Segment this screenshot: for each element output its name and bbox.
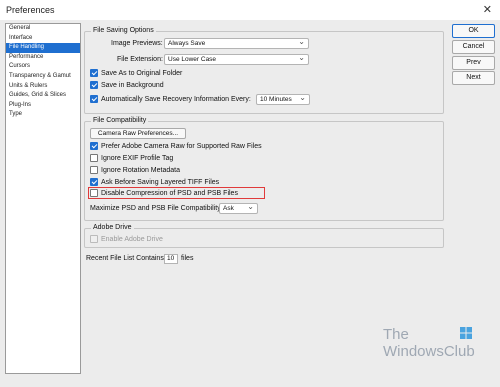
ignore-rotation-checkbox[interactable] [90, 166, 98, 174]
window-title: Preferences [6, 5, 55, 15]
sidebar-item-file-handling[interactable]: File Handling [6, 43, 80, 53]
recent-files-input[interactable]: 10 [164, 254, 178, 264]
ignore-exif-label: Ignore EXIF Profile Tag [101, 155, 174, 162]
file-extension-select[interactable]: Use Lower Case [164, 53, 309, 65]
enable-adobe-drive-checkbox[interactable] [90, 235, 98, 243]
save-as-original-label: Save As to Original Folder [101, 70, 183, 77]
ignore-exif-checkbox[interactable] [90, 154, 98, 162]
sidebar-item-type[interactable]: Type [6, 110, 80, 120]
file-compat-legend: File Compatibility [91, 117, 149, 124]
image-previews-select[interactable]: Always Save [164, 37, 309, 49]
save-background-checkbox[interactable] [90, 81, 98, 89]
close-icon[interactable]: ✕ [483, 3, 492, 16]
sidebar-item-transparency[interactable]: Transparency & Gamut [6, 72, 80, 82]
maximize-compat-label: Maximize PSD and PSB File Compatibility: [90, 205, 223, 212]
watermark-line1: The [383, 326, 409, 343]
save-background-label: Save in Background [101, 82, 164, 89]
watermark-line2: WindowsClub [383, 343, 475, 360]
ask-tiff-checkbox[interactable] [90, 178, 98, 186]
title-bar: Preferences ✕ [0, 0, 500, 20]
prev-button[interactable]: Prev [452, 56, 495, 70]
auto-recovery-checkbox[interactable] [90, 95, 98, 103]
sidebar-item-plugins[interactable]: Plug-Ins [6, 101, 80, 111]
adobe-drive-legend: Adobe Drive [91, 224, 134, 231]
file-extension-label: File Extension: [117, 56, 163, 63]
auto-recovery-label: Automatically Save Recovery Information … [101, 96, 251, 103]
sidebar-item-guides[interactable]: Guides, Grid & Slices [6, 91, 80, 101]
ask-tiff-label: Ask Before Saving Layered TIFF Files [101, 179, 220, 186]
disable-compression-checkbox[interactable] [90, 189, 98, 197]
file-saving-legend: File Saving Options [91, 27, 156, 34]
sidebar-item-units[interactable]: Units & Rulers [6, 82, 80, 92]
recent-files-label: Recent File List Contains: [86, 255, 166, 262]
enable-adobe-drive-label: Enable Adobe Drive [101, 236, 163, 243]
maximize-compat-select[interactable]: Ask [219, 202, 258, 214]
disable-compression-label: Disable Compression of PSD and PSB Files [101, 190, 238, 197]
auto-recovery-select[interactable]: 10 Minutes [256, 93, 310, 105]
sidebar-item-interface[interactable]: Interface [6, 34, 80, 44]
save-as-original-checkbox[interactable] [90, 69, 98, 77]
sidebar-item-cursors[interactable]: Cursors [6, 62, 80, 72]
cancel-button[interactable]: Cancel [452, 40, 495, 54]
camera-raw-prefs-button[interactable]: Camera Raw Preferences... [90, 128, 186, 139]
next-button[interactable]: Next [452, 71, 495, 85]
image-previews-label: Image Previews: [111, 40, 163, 47]
prefer-camera-raw-label: Prefer Adobe Camera Raw for Supported Ra… [101, 143, 262, 150]
recent-files-suffix: files [181, 255, 194, 262]
sidebar-item-performance[interactable]: Performance [6, 53, 80, 63]
windows-logo-icon [460, 327, 472, 339]
prefer-camera-raw-checkbox[interactable] [90, 142, 98, 150]
watermark: The WindowsClub [383, 322, 483, 362]
ok-button[interactable]: OK [452, 24, 495, 38]
ignore-rotation-label: Ignore Rotation Metadata [101, 167, 180, 174]
sidebar-item-general[interactable]: General [6, 24, 80, 34]
category-list[interactable]: General Interface File Handling Performa… [5, 23, 81, 374]
